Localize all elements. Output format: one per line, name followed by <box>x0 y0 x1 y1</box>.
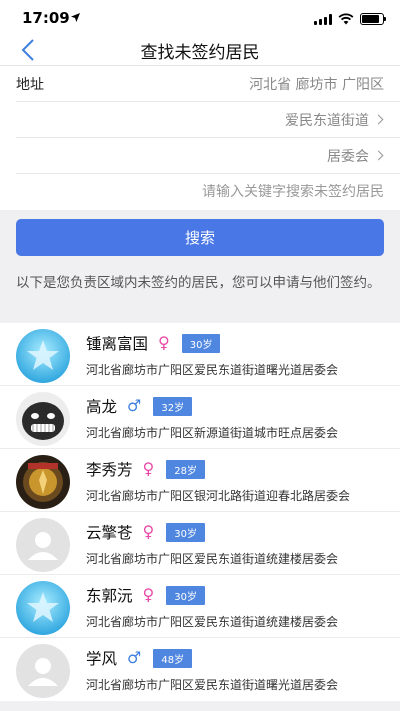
avatar <box>16 518 70 572</box>
name-line: 李秀芳 ♀ 28岁 <box>86 458 205 480</box>
resident-name: 李秀芳 <box>86 461 133 479</box>
resident-name: 学风 <box>86 650 118 668</box>
female-icon: ♀ <box>142 585 155 604</box>
resident-name: 东郭沅 <box>86 587 133 605</box>
page-title: 查找未签约居民 <box>140 43 260 63</box>
age-badge: 30岁 <box>166 522 205 542</box>
resident-address: 河北省廊坊市广阳区爱民东道街道曙光道居委会 <box>86 678 339 692</box>
avatar <box>16 392 70 446</box>
resident-address: 河北省廊坊市广阳区爱民东道街道统建楼居委会 <box>86 615 339 629</box>
nav-bar: 查找未签约居民 <box>0 36 400 66</box>
name-line: 学风 ♂ 48岁 <box>86 647 193 669</box>
cell-signal-icon <box>314 13 332 25</box>
street-selector[interactable]: 爱民东道街道 <box>16 102 400 138</box>
male-icon: ♂ <box>127 648 142 667</box>
location-arrow-icon <box>71 13 80 22</box>
name-line: 云擎苍 ♀ 30岁 <box>86 521 205 543</box>
search-button[interactable]: 搜索 <box>16 219 384 256</box>
resident-address: 河北省廊坊市广阳区爱民东道街道曙光道居委会 <box>86 363 339 377</box>
street-value: 爱民东道街道 <box>285 112 369 129</box>
resident-row[interactable]: 云擎苍 ♀ 30岁河北省廊坊市广阳区爱民东道街道统建楼居委会 <box>0 512 400 575</box>
committee-value: 居委会 <box>327 148 369 165</box>
age-badge: 48岁 <box>153 648 193 668</box>
resident-row[interactable]: 李秀芳 ♀ 28岁河北省廊坊市广阳区银河北路街道迎春北路居委会 <box>0 449 400 512</box>
resident-row[interactable]: 学风 ♂ 48岁河北省廊坊市广阳区爱民东道街道曙光道居委会 <box>0 638 400 701</box>
resident-list: 锺离富国 ♀ 30岁 河北省廊坊市广阳区爱民东道街道曙光道居委会 高龙 ♂ 32岁 河北省廊坊… <box>0 323 400 701</box>
address-value: 河北省 廊坊市 广阳区 <box>249 76 384 93</box>
chevron-right-icon <box>373 150 384 161</box>
resident-name: 云擎苍 <box>86 524 133 542</box>
status-bar: 17:09 <box>0 0 400 36</box>
info-note: 以下是您负责区域内未签约的居民，您可以申请与他们签约。 <box>16 275 381 291</box>
age-badge: 30岁 <box>166 585 205 605</box>
female-icon: ♀ <box>142 459 155 478</box>
battery-icon <box>360 13 386 25</box>
resident-name: 高龙 <box>86 398 118 416</box>
female-icon: ♀ <box>142 522 155 541</box>
resident-name: 锺离富国 <box>86 335 149 353</box>
resident-row[interactable]: 高龙 ♂ 32岁河北省廊坊市广阳区新源道街道城市旺点居委会 <box>0 386 400 449</box>
search-input[interactable] <box>16 184 384 200</box>
address-label: 地址 <box>16 76 44 93</box>
street-value-wrap: 爱民东道街道 <box>285 110 384 130</box>
wifi-icon <box>338 13 354 25</box>
status-time: 17:09 <box>22 9 70 27</box>
resident-row[interactable]: 东郭沅 ♀ 30岁河北省廊坊市广阳区爱民东道街道统建楼居委会 <box>0 575 400 638</box>
avatar <box>16 455 70 509</box>
search-row <box>16 174 400 210</box>
female-icon: ♀ <box>158 333 170 352</box>
resident-address: 河北省廊坊市广阳区爱民东道街道统建楼居委会 <box>86 552 339 566</box>
avatar <box>16 329 70 383</box>
resident-row[interactable]: 锺离富国 ♀ 30岁河北省廊坊市广阳区爱民东道街道曙光道居委会 <box>0 323 400 386</box>
filter-form: 地址 河北省 廊坊市 广阳区 爱民东道街道 居委会 <box>0 66 400 210</box>
name-line: 东郭沅 ♀ 30岁 <box>86 584 205 606</box>
chevron-right-icon <box>373 114 384 125</box>
resident-address: 河北省廊坊市广阳区银河北路街道迎春北路居委会 <box>86 489 351 503</box>
address-row[interactable]: 地址 河北省 廊坊市 广阳区 <box>16 66 400 102</box>
committee-value-wrap: 居委会 <box>327 146 384 166</box>
male-icon: ♂ <box>127 396 142 415</box>
age-badge: 30岁 <box>181 333 221 353</box>
age-badge: 32岁 <box>153 396 193 416</box>
status-indicators <box>314 13 386 25</box>
committee-selector[interactable]: 居委会 <box>16 138 400 174</box>
age-badge: 28岁 <box>166 459 205 479</box>
resident-address: 河北省廊坊市广阳区新源道街道城市旺点居委会 <box>86 426 339 440</box>
avatar <box>16 581 70 635</box>
name-line: 高龙 ♂ 32岁 <box>86 395 193 417</box>
avatar <box>16 644 70 698</box>
name-line: 锺离富国 ♀ 30岁 <box>86 332 221 354</box>
